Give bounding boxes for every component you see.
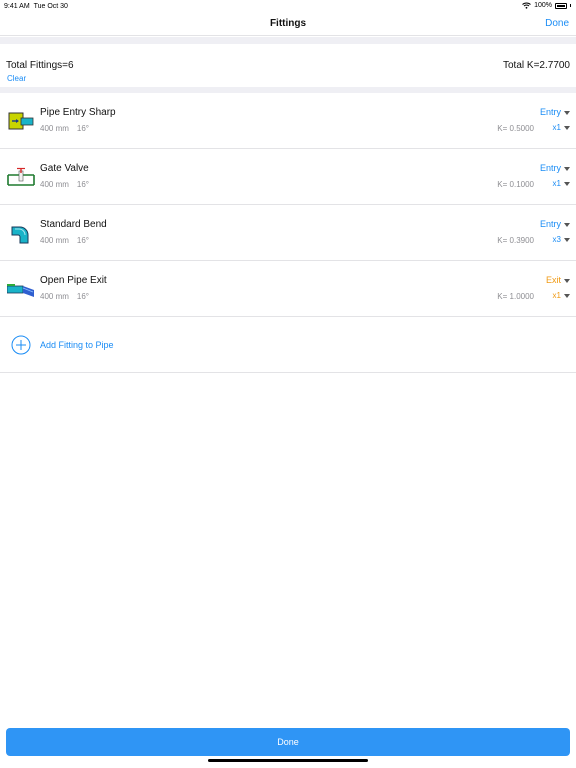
page-title: Fittings <box>269 18 307 29</box>
chevron-down-icon <box>564 181 570 186</box>
fitting-size: 400 mm <box>40 180 69 189</box>
standard-bend-icon <box>11 226 29 244</box>
battery-icon <box>555 2 567 9</box>
fitting-row[interactable]: Open Pipe Exit 400 mm 16° K= 1.0000 Exit … <box>0 261 576 317</box>
nav-done-button[interactable]: Done <box>545 18 569 29</box>
fitting-qty-dropdown[interactable]: x1 <box>553 291 570 300</box>
fitting-angle: 16° <box>76 236 90 245</box>
fitting-angle: 16° <box>76 292 90 301</box>
fittings-list: Pipe Entry Sharp 400 mm 16° K= 0.5000 Ent… <box>0 93 576 373</box>
open-pipe-exit-icon <box>7 284 34 297</box>
clear-button[interactable]: Clear <box>7 74 26 83</box>
chevron-down-icon <box>564 125 570 130</box>
fitting-size: 400 mm <box>40 292 69 301</box>
fitting-qty-dropdown[interactable]: x1 <box>553 123 570 132</box>
chevron-down-icon <box>564 222 570 227</box>
wifi-icon <box>522 2 531 9</box>
nav-bar: Fittings Done <box>0 12 576 36</box>
chevron-down-icon <box>564 278 570 283</box>
chevron-down-icon <box>564 237 570 242</box>
add-fitting-row[interactable]: Add Fitting to Pipe <box>0 317 576 373</box>
summary-section: Total Fittings=6 Total K=2.7700 Clear <box>0 44 576 87</box>
total-k: Total K=2.7700 <box>503 60 570 71</box>
fitting-k-value: K= 0.1000 <box>497 180 534 189</box>
fitting-angle: 16° <box>76 180 90 189</box>
fitting-size: 400 mm <box>40 124 69 133</box>
fitting-row[interactable]: Gate Valve 400 mm 16° K= 0.1000 Entry x1 <box>0 149 576 205</box>
fitting-k-value: K= 1.0000 <box>497 292 534 301</box>
fitting-type-dropdown[interactable]: Exit <box>546 275 570 285</box>
chevron-down-icon <box>564 110 570 115</box>
status-bar: 9:41 AM Tue Oct 30 100% <box>0 0 576 12</box>
battery-tip <box>570 4 571 7</box>
fitting-name: Open Pipe Exit <box>40 275 107 286</box>
status-right: 100% <box>522 2 571 9</box>
fitting-type-dropdown[interactable]: Entry <box>540 107 570 117</box>
status-time: 9:41 AM Tue Oct 30 <box>4 3 68 10</box>
fitting-qty-dropdown[interactable]: x1 <box>553 179 570 188</box>
total-fittings: Total Fittings=6 <box>6 60 74 71</box>
fitting-qty-dropdown[interactable]: x3 <box>553 235 570 244</box>
fitting-k-value: K= 0.5000 <box>497 124 534 133</box>
chevron-down-icon <box>564 293 570 298</box>
fitting-type-dropdown[interactable]: Entry <box>540 219 570 229</box>
section-separator <box>0 37 576 44</box>
fitting-size: 400 mm <box>40 236 69 245</box>
fitting-row[interactable]: Pipe Entry Sharp 400 mm 16° K= 0.5000 Ent… <box>0 93 576 149</box>
chevron-down-icon <box>564 166 570 171</box>
pipe-entry-sharp-icon <box>8 112 34 130</box>
fitting-name: Standard Bend <box>40 219 107 230</box>
done-button[interactable]: Done <box>6 728 570 756</box>
fitting-meta: 400 mm 16° <box>40 292 89 301</box>
fitting-meta: 400 mm 16° <box>40 236 89 245</box>
fitting-k-value: K= 0.3900 <box>497 236 534 245</box>
home-indicator <box>208 759 368 762</box>
gate-valve-icon <box>7 167 35 186</box>
fitting-type-dropdown[interactable]: Entry <box>540 163 570 173</box>
fitting-angle: 16° <box>76 124 90 133</box>
add-circle-icon[interactable] <box>11 335 31 355</box>
add-fitting-button[interactable]: Add Fitting to Pipe <box>40 340 114 350</box>
fitting-name: Gate Valve <box>40 163 89 174</box>
battery-percent: 100% <box>534 2 552 9</box>
fitting-meta: 400 mm 16° <box>40 124 89 133</box>
fitting-meta: 400 mm 16° <box>40 180 89 189</box>
fitting-row[interactable]: Standard Bend 400 mm 16° K= 0.3900 Entry … <box>0 205 576 261</box>
fitting-name: Pipe Entry Sharp <box>40 107 116 118</box>
